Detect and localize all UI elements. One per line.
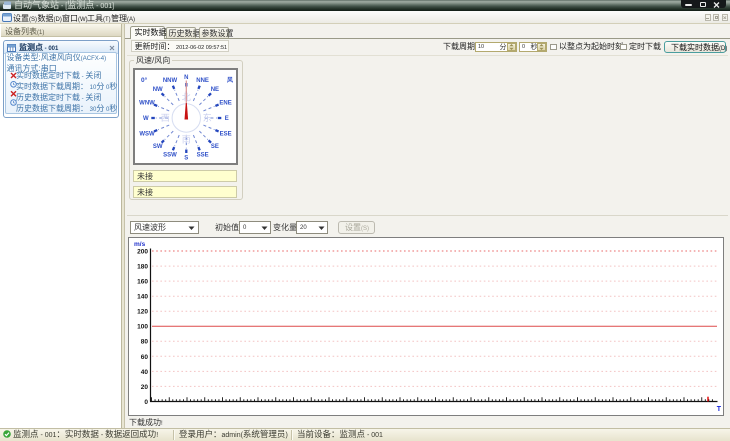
svg-text:S: S [184,156,188,162]
svg-text:20: 20 [141,384,149,391]
svg-text:180: 180 [137,264,148,271]
svg-text:140: 140 [137,294,148,301]
svg-text:SSW: SSW [163,153,177,159]
svg-text:东: 东 [203,112,212,123]
svg-text:40: 40 [141,369,149,376]
svg-text:ENE: ENE [219,101,231,107]
svg-text:60: 60 [141,354,149,361]
svg-text:0: 0 [144,399,148,406]
svg-text:SSE: SSE [197,153,209,159]
svg-text:T: T [717,406,722,413]
svg-text:E: E [225,116,229,122]
svg-text:NW: NW [153,87,163,93]
svg-text:NE: NE [211,87,219,93]
svg-text:SE: SE [211,144,219,150]
svg-text:WNW: WNW [139,101,155,107]
svg-text:ESE: ESE [220,131,232,137]
svg-text:N: N [184,75,188,81]
svg-text:W: W [143,116,149,122]
svg-text:160: 160 [137,279,148,286]
svg-text:南: 南 [182,134,191,145]
svg-text:100: 100 [137,324,148,331]
svg-text:120: 120 [137,309,148,316]
svg-text:风: 风 [227,76,233,84]
svg-text:80: 80 [141,339,149,346]
svg-text:0°: 0° [141,76,148,84]
svg-text:NNE: NNE [196,78,209,84]
svg-text:SW: SW [153,144,163,150]
svg-text:西: 西 [161,113,170,123]
svg-text:m/s: m/s [134,241,146,248]
svg-text:200: 200 [137,248,148,255]
svg-text:NNW: NNW [163,78,178,84]
svg-text:WSW: WSW [139,131,155,137]
